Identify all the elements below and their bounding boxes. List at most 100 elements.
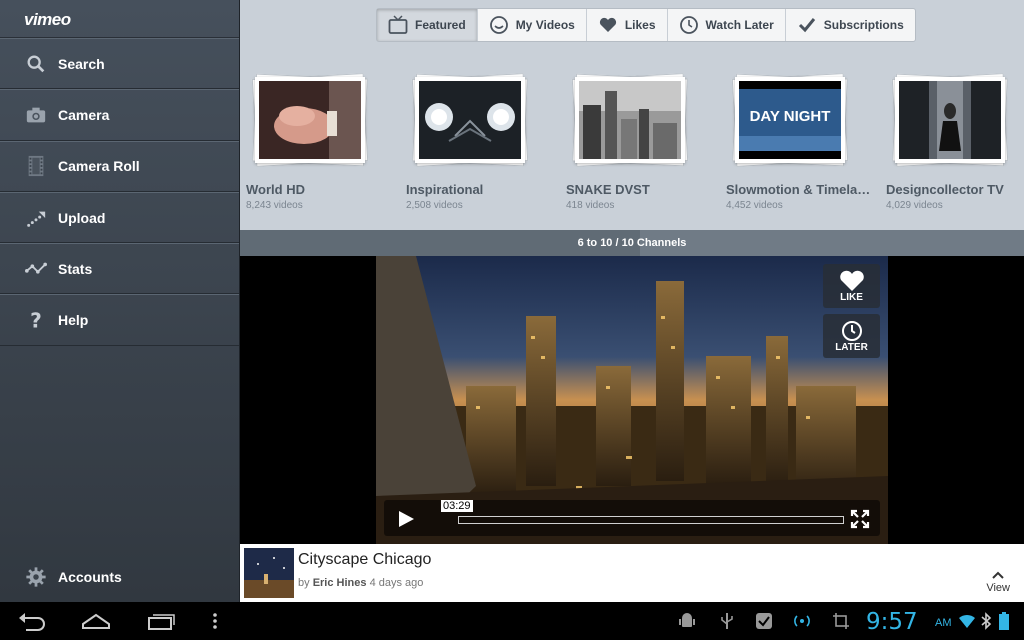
- android-debug-icon: [679, 613, 695, 627]
- watch-later-button[interactable]: LATER: [823, 314, 880, 358]
- bluetooth-icon: [981, 612, 992, 630]
- upload-icon: [24, 206, 48, 230]
- svg-text:?: ?: [30, 309, 42, 331]
- sidebar-item-help[interactable]: ? Help: [0, 294, 239, 346]
- channel-video-count: 2,508 videos: [406, 200, 463, 211]
- status-ampm: AM: [935, 617, 952, 629]
- channel-list: World HD 8,243 videos Inspirational 2,50…: [240, 73, 1024, 224]
- smiley-icon: [489, 15, 509, 35]
- channel-thumbnail: [891, 73, 1009, 167]
- tab-featured[interactable]: Featured: [377, 9, 478, 41]
- accounts-label: Accounts: [58, 569, 122, 585]
- home-icon[interactable]: [80, 610, 112, 632]
- day-night-text: DAY NIGHT: [750, 108, 831, 125]
- like-label: LIKE: [840, 291, 863, 303]
- video-info-bar[interactable]: Cityscape Chicago by Eric Hines 4 days a…: [240, 544, 1024, 602]
- fullscreen-icon[interactable]: [850, 509, 870, 529]
- tab-bar: Featured My Videos Likes Watch Later Sub…: [376, 8, 916, 42]
- channel-card-slowmotion-timelapse[interactable]: DAY NIGHT Slowmotion & Timelaps… 4,452 v…: [726, 73, 876, 211]
- later-label: LATER: [835, 341, 868, 353]
- tab-likes[interactable]: Likes: [587, 9, 668, 41]
- video-title: Cityscape Chicago: [298, 551, 432, 568]
- tab-subscriptions[interactable]: Subscriptions: [786, 9, 915, 41]
- help-icon: ?: [24, 308, 48, 332]
- gear-icon: [24, 565, 48, 589]
- video-thumbnail: [244, 548, 294, 598]
- video-time: 03:29: [441, 500, 473, 512]
- video-player[interactable]: LIKE LATER 03:29: [376, 256, 888, 544]
- channel-card-designcollector-tv[interactable]: Designcollector TV 4,029 videos: [886, 73, 1024, 211]
- sidebar-item-label: Help: [58, 312, 89, 329]
- film-strip-icon: [24, 154, 48, 178]
- stats-icon: [24, 257, 48, 281]
- play-icon[interactable]: [396, 509, 416, 529]
- menu-icon[interactable]: [210, 610, 220, 632]
- tab-label: Likes: [624, 18, 656, 32]
- sidebar-item-label: Stats: [58, 260, 93, 277]
- curtain-figure-image: [899, 81, 1001, 159]
- sidebar-item-search[interactable]: Search: [0, 38, 239, 90]
- sidebar-item-label: Search: [58, 55, 105, 72]
- chevron-up-icon: [992, 571, 1004, 579]
- checkmark-icon: [797, 15, 817, 35]
- like-button[interactable]: LIKE: [823, 264, 880, 308]
- tab-label: My Videos: [515, 18, 575, 32]
- day-night-image: DAY NIGHT: [739, 81, 841, 159]
- channel-name: Inspirational: [406, 182, 484, 197]
- channel-thumbnail: [251, 73, 369, 167]
- channel-name: SNAKE DVST: [566, 182, 650, 197]
- search-icon: [24, 52, 48, 76]
- recent-apps-icon[interactable]: [145, 610, 177, 632]
- view-button[interactable]: View: [986, 570, 1010, 594]
- tab-label: Watch Later: [705, 18, 774, 32]
- sidebar-item-stats[interactable]: Stats: [0, 243, 239, 295]
- sidebar-item-camera-roll[interactable]: Camera Roll: [0, 140, 239, 192]
- sidebar-item-label: Camera Roll: [58, 158, 140, 175]
- sidebar-item-accounts[interactable]: Accounts: [0, 552, 240, 602]
- download-done-icon: [756, 613, 772, 629]
- pager-label: 6 to 10 / 10 Channels: [577, 237, 687, 249]
- usb-icon: [721, 613, 733, 629]
- channel-pager: 6 to 10 / 10 Channels: [240, 230, 1024, 256]
- back-icon[interactable]: [16, 610, 48, 632]
- headlights-image: [419, 81, 521, 159]
- channel-video-count: 418 videos: [566, 200, 615, 211]
- view-label: View: [986, 582, 1010, 594]
- tab-my-videos[interactable]: My Videos: [478, 9, 587, 41]
- video-age: 4 days ago: [369, 577, 424, 589]
- channel-video-count: 4,452 videos: [726, 200, 783, 211]
- channel-card-inspirational[interactable]: Inspirational 2,508 videos: [406, 73, 556, 211]
- sidebar-item-label: Upload: [58, 209, 106, 226]
- channel-video-count: 8,243 videos: [246, 200, 303, 211]
- hands-image: [259, 81, 361, 159]
- screenshot-icon: [833, 613, 849, 629]
- wifi-icon: [959, 614, 975, 628]
- channel-card-world-hd[interactable]: World HD 8,243 videos: [246, 73, 396, 211]
- channel-card-snake-dvst[interactable]: SNAKE DVST 418 videos: [566, 73, 716, 211]
- sidebar-item-camera[interactable]: Camera: [0, 89, 239, 141]
- video-scrubber[interactable]: [458, 516, 844, 524]
- tv-icon: [388, 15, 408, 35]
- channel-thumbnail: [411, 73, 529, 167]
- clock-icon: [841, 320, 862, 341]
- tab-label: Subscriptions: [823, 18, 904, 32]
- hotspot-icon: [794, 615, 810, 627]
- sidebar: vimeo Search Camera Camera Roll Upload S…: [0, 0, 240, 602]
- tab-label: Featured: [415, 18, 466, 32]
- clock-icon: [679, 15, 699, 35]
- sidebar-item-upload[interactable]: Upload: [0, 191, 239, 244]
- video-author[interactable]: Eric Hines: [313, 577, 367, 589]
- channel-video-count: 4,029 videos: [886, 200, 943, 211]
- video-byline: by Eric Hines 4 days ago: [298, 577, 424, 589]
- city-bw-image: [579, 81, 681, 159]
- channel-thumbnail: DAY NIGHT: [731, 73, 849, 167]
- heart-icon: [839, 270, 864, 291]
- heart-icon: [598, 15, 618, 35]
- vimeo-app: vimeo Search Camera Camera Roll Upload S…: [0, 0, 1024, 602]
- sidebar-item-label: Camera: [58, 106, 110, 123]
- channel-name: Slowmotion & Timelaps…: [726, 182, 874, 197]
- main-content: Featured My Videos Likes Watch Later Sub…: [240, 0, 1024, 602]
- channel-browser: Featured My Videos Likes Watch Later Sub…: [240, 0, 1024, 230]
- tab-watch-later[interactable]: Watch Later: [668, 9, 786, 41]
- vimeo-logo: vimeo: [0, 0, 239, 38]
